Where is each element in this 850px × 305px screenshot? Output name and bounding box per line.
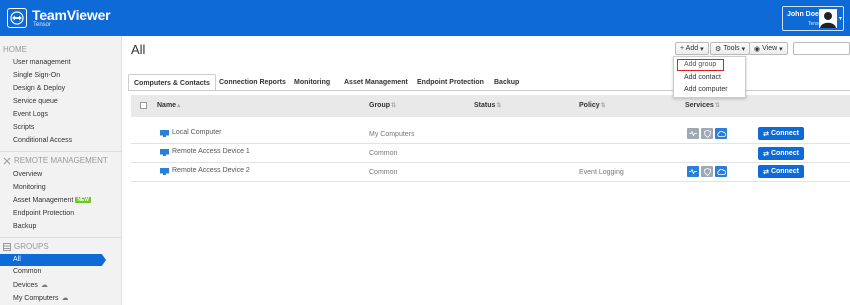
- column-header-services[interactable]: Services⇅: [685, 102, 720, 109]
- table-row[interactable]: Local Computer My Computers ⇄ Connect: [131, 125, 850, 144]
- monitoring-service-icon[interactable]: [687, 166, 699, 177]
- sidebar-item-scripts[interactable]: Scripts: [13, 124, 34, 131]
- cloud-backup-icon[interactable]: [715, 166, 727, 177]
- device-group: My Computers: [369, 131, 415, 138]
- device-name[interactable]: Remote Access Device 2: [172, 167, 250, 174]
- sidebar-item-overview[interactable]: Overview: [13, 171, 42, 178]
- sidebar-item-event-logs[interactable]: Event Logs: [13, 111, 48, 118]
- tab-computers-contacts[interactable]: Computers & Contacts: [128, 74, 216, 91]
- tab-endpoint-protection[interactable]: Endpoint Protection: [417, 74, 484, 91]
- sidebar-item-all[interactable]: All: [0, 254, 106, 266]
- user-menu[interactable]: John Doe Tensor ▾: [782, 6, 844, 31]
- sidebar-item-backup[interactable]: Backup: [13, 223, 36, 230]
- sidebar-item-monitoring[interactable]: Monitoring: [13, 184, 46, 191]
- add-button[interactable]: + Add ▾: [675, 42, 709, 55]
- sidebar-section-groups: GROUPS: [3, 242, 49, 251]
- shield-icon[interactable]: [701, 166, 713, 177]
- brand-name: TeamViewer: [32, 7, 111, 23]
- monitor-icon: [160, 130, 169, 137]
- user-name: John Doe: [787, 11, 819, 18]
- sidebar-item-user-management[interactable]: User management: [13, 59, 71, 66]
- column-header-policy[interactable]: Policy⇅: [579, 102, 606, 109]
- chevron-down-icon: ▾: [839, 16, 843, 22]
- column-header-name[interactable]: Name▴: [157, 102, 180, 109]
- sort-icon: ⇅: [600, 103, 606, 109]
- connect-button[interactable]: ⇄ Connect: [758, 147, 804, 160]
- brand-subtitle: Tensor: [33, 22, 52, 28]
- sidebar-item-design-deploy[interactable]: Design & Deploy: [13, 85, 65, 92]
- tab-connection-reports[interactable]: Connection Reports: [219, 74, 286, 91]
- sidebar-item-service-queue[interactable]: Service queue: [13, 98, 58, 105]
- chevron-down-icon: ▾: [779, 45, 783, 53]
- sort-icon: ⇅: [391, 103, 397, 109]
- tools-icon: [3, 157, 11, 164]
- sidebar-item-devices[interactable]: Devices ☁: [13, 281, 48, 289]
- search-input[interactable]: [793, 42, 850, 55]
- cloud-icon: ☁: [61, 295, 69, 302]
- tab-asset-management[interactable]: Asset Management: [344, 74, 408, 91]
- sidebar-section-home: HOME: [3, 45, 27, 54]
- sidebar-divider: [0, 151, 122, 152]
- tools-button[interactable]: ⚙ Tools ▾: [710, 42, 751, 55]
- groups-icon: [3, 242, 11, 251]
- table-header: Name▴ Group⇅ Status⇅ Policy⇅ Services⇅: [131, 95, 850, 117]
- teamviewer-logo-icon[interactable]: [7, 8, 27, 28]
- add-dropdown-menu: Add group Add contact Add computer: [673, 56, 746, 98]
- top-bar: TeamViewer Tensor John Doe Tensor ▾: [0, 0, 850, 36]
- monitoring-service-icon[interactable]: [687, 128, 699, 139]
- view-button[interactable]: ◉ View ▾: [749, 42, 788, 55]
- connect-arrows-icon: ⇄: [763, 150, 769, 158]
- tab-backup[interactable]: Backup: [494, 74, 519, 91]
- sidebar-item-single-sign-on[interactable]: Single Sign-On: [13, 72, 60, 79]
- column-header-group[interactable]: Group⇅: [369, 102, 396, 109]
- sidebar-item-conditional-access[interactable]: Conditional Access: [13, 137, 72, 144]
- select-all-checkbox[interactable]: [140, 102, 147, 109]
- menu-item-add-computer[interactable]: Add computer: [684, 86, 728, 93]
- new-badge: NEW: [75, 197, 91, 203]
- sidebar-section-remote-management: REMOTE MANAGEMENT: [3, 156, 108, 165]
- sidebar-item-my-computers[interactable]: My Computers ☁: [13, 294, 69, 302]
- sidebar-item-endpoint-protection[interactable]: Endpoint Protection: [13, 210, 74, 217]
- sidebar: HOME User management Single Sign-On Desi…: [0, 36, 122, 305]
- device-name[interactable]: Local Computer: [172, 129, 221, 136]
- sidebar-item-asset-management[interactable]: Asset Management NEW: [13, 197, 91, 204]
- table-row[interactable]: Remote Access Device 2 Common Event Logg…: [131, 163, 850, 182]
- sort-asc-icon: ▴: [177, 103, 181, 109]
- device-policy: Event Logging: [579, 169, 624, 176]
- device-group: Common: [369, 150, 398, 157]
- sort-icon: ⇅: [714, 103, 720, 109]
- column-header-status[interactable]: Status⇅: [474, 102, 501, 109]
- gear-icon: ⚙: [715, 45, 722, 53]
- eye-icon: ◉: [754, 45, 761, 53]
- connect-button[interactable]: ⇄ Connect: [758, 165, 804, 178]
- cloud-icon: ☁: [40, 282, 48, 289]
- sort-icon: ⇅: [496, 103, 502, 109]
- sidebar-item-common[interactable]: Common: [13, 268, 41, 275]
- sidebar-divider: [0, 237, 122, 238]
- cloud-backup-icon[interactable]: [715, 128, 727, 139]
- chevron-down-icon: ▾: [700, 45, 704, 53]
- table-row[interactable]: Remote Access Device 1 Common ⇄ Connect: [131, 144, 850, 163]
- avatar: [819, 9, 837, 28]
- menu-item-add-group[interactable]: Add group: [677, 59, 724, 71]
- connect-arrows-icon: ⇄: [763, 130, 769, 138]
- chevron-down-icon: ▾: [741, 45, 746, 53]
- menu-item-add-contact[interactable]: Add contact: [684, 74, 721, 81]
- connect-arrows-icon: ⇄: [763, 168, 769, 176]
- connect-button[interactable]: ⇄ Connect: [758, 127, 804, 140]
- device-group: Common: [369, 169, 398, 176]
- monitor-icon: [160, 149, 169, 156]
- page-title: All: [131, 42, 146, 57]
- monitor-icon: [160, 168, 169, 175]
- device-name[interactable]: Remote Access Device 1: [172, 148, 250, 155]
- shield-icon[interactable]: [701, 128, 713, 139]
- tab-monitoring[interactable]: Monitoring: [294, 74, 330, 91]
